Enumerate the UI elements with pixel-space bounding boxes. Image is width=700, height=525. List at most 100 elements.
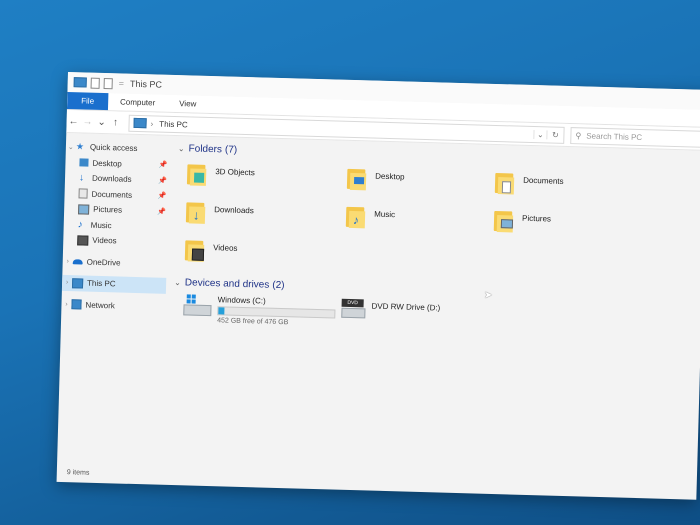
folder-documents[interactable]: Documents <box>494 169 636 205</box>
breadcrumb-this-pc[interactable]: This PC <box>159 119 188 129</box>
pictures-icon <box>78 204 90 215</box>
search-input[interactable]: ⚲ Search This PC <box>570 126 700 148</box>
nav-label: Videos <box>92 235 117 246</box>
folder-label: Desktop <box>375 171 405 182</box>
videos-icon <box>191 248 205 261</box>
tab-file[interactable]: File <box>66 91 109 111</box>
this-pc-icon <box>133 117 147 129</box>
nav-label: Documents <box>91 189 133 200</box>
folder-videos[interactable]: Videos <box>184 236 346 272</box>
dvd-drive-icon: DVD <box>341 298 366 320</box>
drive-label: Windows (C:) <box>217 295 266 306</box>
window-title: This PC <box>129 78 163 90</box>
drive-dvd-d[interactable]: DVD DVD RW Drive (D:) <box>341 298 542 337</box>
music-icon: ♪ <box>77 219 83 231</box>
folders-grid: 3D Objects Desktop Documents ↓ Downloads… <box>184 160 700 282</box>
drive-windows-c[interactable]: Windows (C:) 452 GB free of 476 GB <box>183 294 342 330</box>
explorer-body: ⌄ ★ Quick access Desktop 📌 ↓ Downloads 📌… <box>57 133 700 471</box>
folder-label: Downloads <box>214 205 254 216</box>
documents-icon <box>501 181 512 194</box>
nav-this-pc[interactable]: › This PC <box>61 274 167 294</box>
folder-label: Videos <box>213 243 238 253</box>
navigation-pane: ⌄ ★ Quick access Desktop 📌 ↓ Downloads 📌… <box>57 133 170 456</box>
group-count: (7) <box>224 143 238 156</box>
nav-label: Downloads <box>91 173 132 185</box>
tab-view[interactable]: View <box>167 95 209 113</box>
drive-free-space: 452 GB free of 476 GB <box>217 317 289 327</box>
desktop-icon <box>79 158 89 167</box>
pin-icon: 📌 <box>157 208 167 216</box>
nav-label: OneDrive <box>86 257 121 268</box>
folder-label: Pictures <box>521 213 552 224</box>
folder-icon <box>493 207 515 234</box>
folder-label: 3D Objects <box>215 167 255 178</box>
new-folder-icon[interactable] <box>103 77 113 89</box>
this-pc-icon <box>71 277 84 289</box>
network-icon <box>71 299 82 310</box>
properties-icon[interactable] <box>90 77 100 89</box>
chevron-right-icon[interactable]: › <box>62 279 72 286</box>
tab-computer[interactable]: Computer <box>108 93 168 112</box>
mouse-cursor-icon: ➤ <box>484 290 493 301</box>
folder-downloads[interactable]: ↓ Downloads <box>185 198 347 234</box>
breadcrumb-chevron-icon[interactable]: › <box>150 119 153 128</box>
nav-item-videos[interactable]: Videos <box>63 232 167 250</box>
folder-icon <box>346 165 368 192</box>
folder-3d-objects[interactable]: 3D Objects <box>186 160 348 196</box>
nav-label: This PC <box>86 278 116 289</box>
folder-icon: ♪ <box>345 203 367 230</box>
group-title: Devices and drives <box>184 276 270 291</box>
address-dropdown-icon[interactable]: ⌄ <box>533 129 547 139</box>
recent-locations-button[interactable]: ⌄ <box>94 116 108 127</box>
chevron-down-icon[interactable]: ⌄ <box>178 144 185 153</box>
refresh-icon[interactable]: ↻ <box>546 129 564 140</box>
cloud-icon <box>72 258 83 265</box>
folder-music[interactable]: ♪ Music <box>345 203 495 239</box>
pin-icon: 📌 <box>157 192 167 201</box>
search-icon: ⚲ <box>575 130 582 140</box>
folder-icon <box>186 160 208 187</box>
content-pane: ⌄ Folders (7) 3D Objects Desktop Documen… <box>161 136 700 471</box>
desktop-icon <box>353 177 365 185</box>
star-icon: ★ <box>75 141 85 152</box>
3d-objects-icon <box>193 172 205 183</box>
folder-icon: ↓ <box>185 198 207 225</box>
search-placeholder: Search This PC <box>586 130 643 142</box>
videos-icon <box>77 235 89 246</box>
folder-desktop[interactable]: Desktop <box>346 165 496 201</box>
chevron-down-icon[interactable]: ⌄ <box>174 278 181 287</box>
nav-label: Quick access <box>89 142 138 154</box>
folder-label: Documents <box>523 175 564 186</box>
nav-network[interactable]: › Network <box>61 296 165 314</box>
up-button[interactable]: ↑ <box>108 117 122 128</box>
drive-label: DVD RW Drive (D:) <box>371 301 441 313</box>
documents-icon <box>78 188 88 199</box>
chevron-right-icon[interactable]: › <box>63 258 73 265</box>
back-button[interactable]: ← <box>66 115 80 127</box>
nav-label: Pictures <box>93 205 123 215</box>
file-explorer-window: = This PC File Computer View ← → ⌄ ↑ › T… <box>56 72 700 500</box>
drive-usage-bar <box>217 306 336 319</box>
folder-icon <box>494 169 516 196</box>
group-count: (2) <box>272 279 285 291</box>
forward-button[interactable]: → <box>80 116 94 127</box>
chevron-right-icon[interactable]: › <box>61 301 71 308</box>
nav-onedrive[interactable]: › OneDrive <box>62 253 166 271</box>
chevron-down-icon[interactable]: ⌄ <box>66 143 76 151</box>
customize-quick-access-icon[interactable]: = <box>119 78 125 88</box>
folder-icon <box>184 236 206 263</box>
pictures-icon <box>500 219 514 229</box>
hard-drive-icon <box>183 294 212 317</box>
music-icon: ♪ <box>352 213 360 228</box>
dvd-badge: DVD <box>341 298 364 308</box>
this-pc-icon <box>73 77 87 88</box>
status-bar-item-count: 9 items <box>66 469 90 477</box>
folder-pictures[interactable]: Pictures <box>493 207 635 243</box>
downloads-icon: ↓ <box>192 207 200 223</box>
nav-label: Network <box>85 300 115 311</box>
folder-label: Music <box>374 209 396 220</box>
pin-icon: 📌 <box>158 161 168 170</box>
nav-label: Desktop <box>92 158 122 169</box>
pin-icon: 📌 <box>158 177 168 185</box>
nav-label: Music <box>90 220 112 231</box>
